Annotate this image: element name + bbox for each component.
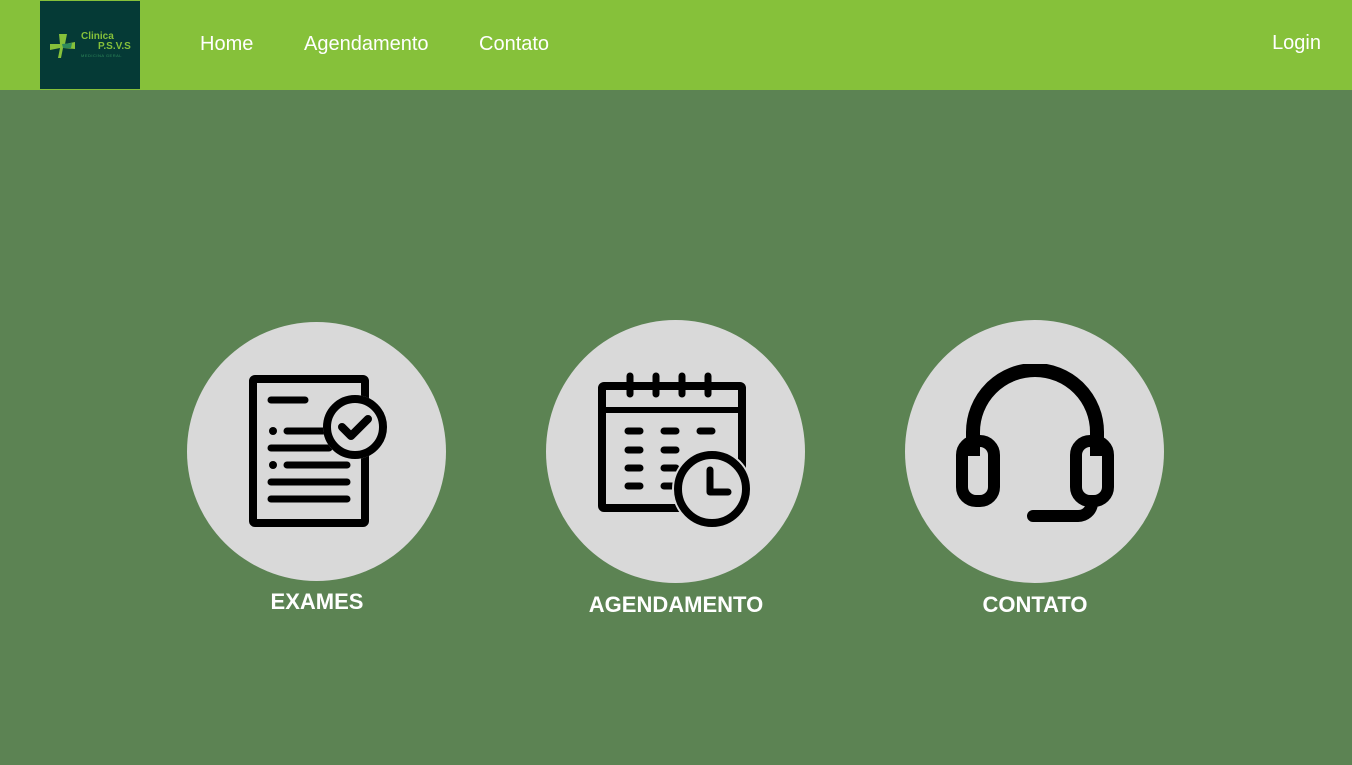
contato-label: CONTATO — [982, 592, 1088, 617]
navbar: Clinica P.S.V.S MEDICINA GERAL Home Agen… — [0, 0, 1352, 90]
headset-icon — [956, 364, 1114, 522]
nav-home-link[interactable]: Home — [200, 33, 253, 56]
contato-circle[interactable] — [905, 320, 1164, 583]
document-check-icon — [249, 375, 387, 527]
logo-tagline: MEDICINA GERAL — [81, 53, 123, 58]
medical-cross-icon — [50, 34, 75, 58]
agendamento-label: AGENDAMENTO — [588, 592, 764, 617]
logo-initials: P.S.V.S — [98, 41, 131, 52]
clinic-logo[interactable]: Clinica P.S.V.S MEDICINA GERAL — [40, 1, 140, 89]
exames-label: EXAMES — [270, 589, 364, 614]
nav-agendamento-link[interactable]: Agendamento — [304, 33, 429, 56]
calendar-clock-icon — [598, 372, 752, 528]
exames-circle[interactable] — [187, 322, 446, 581]
agendamento-circle[interactable] — [546, 320, 805, 583]
nav-contato-link[interactable]: Contato — [479, 33, 549, 56]
login-link[interactable]: Login — [1272, 32, 1321, 55]
